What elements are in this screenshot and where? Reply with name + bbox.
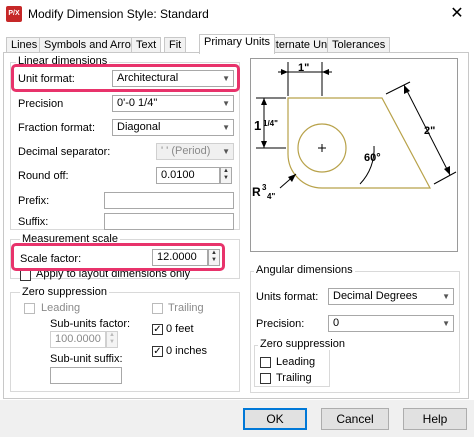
scale-factor-input[interactable]: 12.0000 bbox=[152, 249, 208, 266]
suffix-input[interactable] bbox=[104, 213, 234, 230]
ok-button[interactable]: OK bbox=[243, 408, 307, 430]
sub-unit-suffix-input[interactable] bbox=[50, 367, 122, 384]
zero-suppression-angular-label: Zero suppression bbox=[258, 338, 347, 350]
angular-precision-label: Precision: bbox=[256, 318, 305, 330]
zero-inches-checkbox[interactable]: ✓ bbox=[152, 346, 163, 357]
radius-dim-num: 3 bbox=[262, 183, 267, 192]
title-bar: P/X Modify Dimension Style: Standard ✕ bbox=[0, 0, 474, 28]
chevron-down-icon: ▼ bbox=[222, 74, 230, 83]
sub-units-factor-input[interactable]: 100.0000 bbox=[50, 331, 106, 348]
decimal-separator-select[interactable]: ' ' (Period) ▼ bbox=[156, 143, 234, 160]
tab-fit[interactable]: Fit bbox=[164, 37, 187, 53]
trailing-checkbox[interactable] bbox=[152, 303, 163, 314]
prefix-input[interactable] bbox=[104, 192, 234, 209]
zero-inches-label: 0 inches bbox=[166, 345, 207, 357]
tab-strip: Lines Symbols and Arrows Text Fit Primar… bbox=[0, 34, 474, 54]
fraction-format-value: Diagonal bbox=[117, 121, 161, 133]
leading-label: Leading bbox=[41, 302, 81, 314]
scale-factor-spinner[interactable]: ▲ ▼ bbox=[208, 249, 220, 266]
tab-tolerances[interactable]: Tolerances bbox=[327, 37, 391, 53]
zero-feet-label: 0 feet bbox=[166, 323, 194, 335]
chevron-down-icon: ▼ bbox=[222, 147, 230, 156]
tab-lines[interactable]: Lines bbox=[6, 37, 43, 53]
zero-suppression-linear-label: Zero suppression bbox=[20, 286, 109, 298]
top-dim-text: 1" bbox=[298, 62, 309, 74]
angular-trailing-label: Trailing bbox=[276, 372, 312, 384]
window-title: Modify Dimension Style: Standard bbox=[28, 7, 209, 21]
tab-text[interactable]: Text bbox=[131, 37, 162, 53]
round-off-label: Round off: bbox=[18, 170, 69, 182]
apply-layout-checkbox[interactable] bbox=[20, 270, 31, 281]
unit-format-value: Architectural bbox=[117, 72, 179, 84]
dimension-preview: 1" 1 1/4" 2" 60° R 3 4" bbox=[250, 58, 458, 252]
sub-units-factor-label: Sub-units factor: bbox=[50, 318, 131, 330]
precision-value: 0'-0 1/4" bbox=[117, 97, 158, 109]
chevron-down-icon: ▼ bbox=[442, 319, 450, 328]
sub-unit-suffix-label: Sub-unit suffix: bbox=[50, 353, 123, 365]
dialog-footer: OK Cancel Help bbox=[0, 400, 474, 437]
precision-select[interactable]: 0'-0 1/4" ▼ bbox=[112, 95, 234, 112]
radius-dim-prefix: R bbox=[252, 185, 261, 199]
chevron-down-icon: ▼ bbox=[222, 123, 230, 132]
unit-format-label: Unit format: bbox=[18, 73, 75, 85]
left-dim-whole: 1 bbox=[254, 118, 261, 133]
precision-label: Precision bbox=[18, 98, 64, 110]
angular-units-format-select[interactable]: Decimal Degrees ▼ bbox=[328, 288, 454, 305]
apply-layout-label: Apply to layout dimensions only bbox=[36, 268, 191, 280]
suffix-label: Suffix: bbox=[18, 216, 49, 228]
tab-primary-units[interactable]: Primary Units bbox=[199, 34, 276, 54]
angular-dimensions-label: Angular dimensions bbox=[254, 264, 355, 276]
angular-trailing-checkbox[interactable] bbox=[260, 373, 271, 384]
angular-precision-value: 0 bbox=[333, 317, 340, 329]
zero-feet-checkbox[interactable]: ✓ bbox=[152, 324, 163, 335]
leading-checkbox[interactable] bbox=[24, 303, 35, 314]
round-off-input[interactable]: 0.0100 bbox=[156, 167, 220, 184]
prefix-label: Prefix: bbox=[18, 195, 50, 207]
angular-precision-select[interactable]: 0 ▼ bbox=[328, 315, 454, 332]
fraction-format-select[interactable]: Diagonal ▼ bbox=[112, 119, 234, 136]
linear-dimensions-label: Linear dimensions bbox=[16, 55, 110, 67]
unit-format-select[interactable]: Architectural ▼ bbox=[112, 70, 234, 87]
angular-leading-checkbox[interactable] bbox=[260, 357, 271, 368]
angular-units-format-label: Units format: bbox=[256, 291, 319, 303]
cancel-button[interactable]: Cancel bbox=[321, 408, 389, 430]
round-off-spinner[interactable]: ▲ ▼ bbox=[220, 167, 232, 184]
app-icon: P/X bbox=[6, 6, 22, 22]
chevron-down-icon: ▼ bbox=[222, 99, 230, 108]
angular-leading-label: Leading bbox=[276, 356, 316, 368]
left-dim-frac: 1/4" bbox=[263, 119, 278, 128]
sub-units-factor-spinner[interactable]: ▲ ▼ bbox=[106, 331, 118, 348]
right-dim-text: 2" bbox=[424, 125, 435, 137]
scale-factor-label: Scale factor: bbox=[20, 253, 82, 265]
trailing-label: Trailing bbox=[168, 302, 204, 314]
fraction-format-label: Fraction format: bbox=[18, 122, 96, 134]
help-button[interactable]: Help bbox=[403, 408, 467, 430]
decimal-separator-label: Decimal separator: bbox=[18, 146, 111, 158]
radius-dim-den: 4" bbox=[267, 192, 275, 201]
window-close-icon[interactable]: ✕ bbox=[440, 0, 474, 28]
angular-units-format-value: Decimal Degrees bbox=[333, 290, 418, 302]
decimal-separator-value: ' ' (Period) bbox=[161, 145, 211, 157]
chevron-down-icon: ▼ bbox=[442, 292, 450, 301]
measurement-scale-label: Measurement scale bbox=[20, 233, 120, 245]
angle-dim-text: 60° bbox=[364, 152, 381, 164]
